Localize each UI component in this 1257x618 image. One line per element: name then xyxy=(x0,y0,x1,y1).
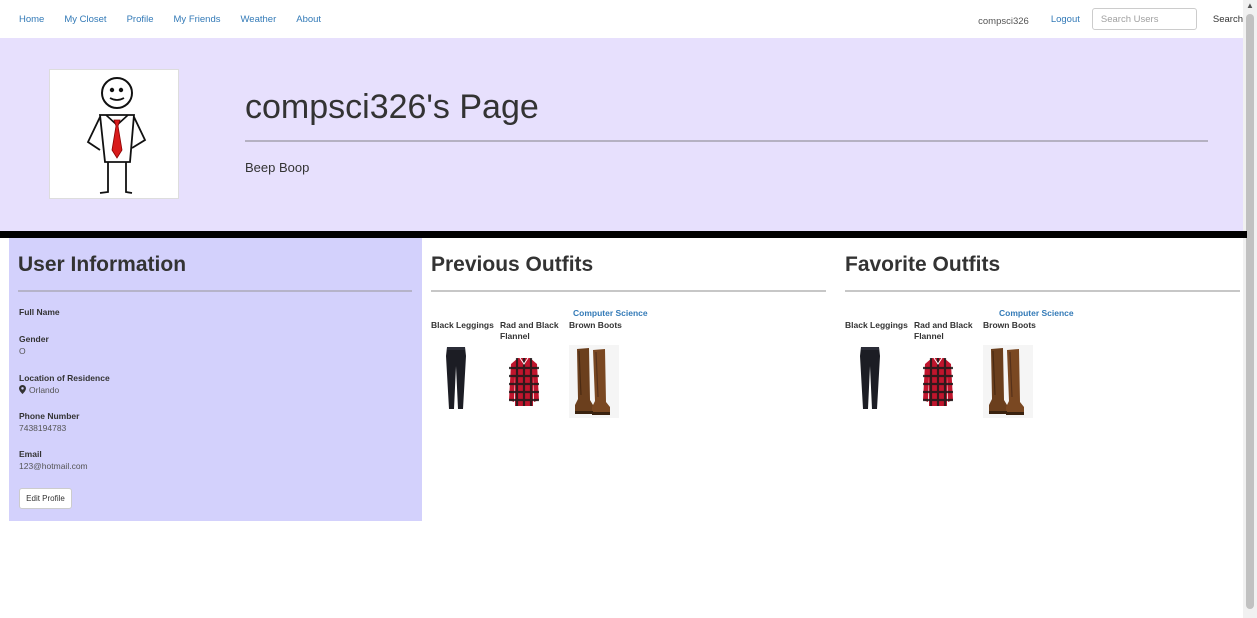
brown-boots-image[interactable] xyxy=(569,345,619,418)
favorite-outfits-divider xyxy=(845,290,1240,292)
page-scrollbar[interactable]: ▲ xyxy=(1243,0,1257,618)
gender-value: O xyxy=(19,346,26,356)
outfit-item[interactable]: Rad and Black Flannel xyxy=(500,320,566,342)
phone-number-label: Phone Number xyxy=(19,411,80,421)
avatar xyxy=(49,69,179,199)
profile-banner xyxy=(0,38,1243,231)
location-label: Location of Residence xyxy=(19,373,110,383)
outfit-item[interactable]: Brown Boots xyxy=(569,320,635,331)
favorite-outfit-link[interactable]: Computer Science xyxy=(999,308,1074,318)
scroll-thumb[interactable] xyxy=(1246,14,1254,609)
black-leggings-image[interactable] xyxy=(857,346,883,410)
previous-outfits-divider xyxy=(431,290,826,292)
black-leggings-image[interactable] xyxy=(443,346,469,410)
nav-profile-link[interactable]: Profile xyxy=(127,14,154,25)
item-name: Rad and Black Flannel xyxy=(914,320,973,341)
navbar: Home My Closet Profile My Friends Weathe… xyxy=(0,0,1243,38)
title-divider xyxy=(245,140,1208,142)
flannel-shirt-image[interactable] xyxy=(922,356,954,408)
edit-profile-button[interactable]: Edit Profile xyxy=(19,488,72,509)
flannel-shirt-image[interactable] xyxy=(508,356,540,408)
email-label: Email xyxy=(19,449,42,459)
favorite-outfits-title: Favorite Outfits xyxy=(845,253,1001,276)
nav-right: compsci326 Logout Search xyxy=(978,0,1243,38)
user-information-title: User Information xyxy=(18,253,187,276)
logout-link[interactable]: Logout xyxy=(1051,14,1080,25)
location-value-row: Orlando xyxy=(19,385,59,395)
search-button[interactable]: Search xyxy=(1213,14,1243,25)
scroll-up-icon[interactable]: ▲ xyxy=(1246,2,1254,10)
user-information-divider xyxy=(18,290,412,292)
outfit-item[interactable]: Rad and Black Flannel xyxy=(914,320,980,342)
email-value: 123@hotmail.com xyxy=(19,461,88,471)
item-name: Black Leggings xyxy=(845,320,908,330)
search-users-input[interactable] xyxy=(1091,8,1197,30)
user-information-panel: User Information Full Name Gender O Loca… xyxy=(9,238,422,521)
nav-weather-link[interactable]: Weather xyxy=(241,14,277,25)
banner-divider xyxy=(0,231,1247,238)
nav-about-link[interactable]: About xyxy=(296,14,321,25)
nav-links: Home My Closet Profile My Friends Weathe… xyxy=(19,0,341,38)
stick-figure-avatar-icon xyxy=(86,77,147,194)
location-value: Orlando xyxy=(29,385,60,395)
map-marker-icon xyxy=(19,385,26,394)
item-name: Brown Boots xyxy=(983,320,1036,330)
gender-label: Gender xyxy=(19,334,49,344)
item-name: Rad and Black Flannel xyxy=(500,320,559,341)
nav-username: compsci326 xyxy=(978,15,1029,27)
phone-number-value: 7438194783 xyxy=(19,423,67,433)
page-title: compsci326's Page xyxy=(245,88,539,126)
page-subtitle: Beep Boop xyxy=(245,160,310,175)
previous-outfits-title: Previous Outfits xyxy=(431,253,594,276)
brown-boots-image[interactable] xyxy=(983,345,1033,418)
previous-outfit-link[interactable]: Computer Science xyxy=(573,308,648,318)
outfit-item[interactable]: Black Leggings xyxy=(845,320,911,331)
page: Home My Closet Profile My Friends Weathe… xyxy=(0,0,1257,618)
item-name: Brown Boots xyxy=(569,320,622,330)
outfit-item[interactable]: Black Leggings xyxy=(431,320,497,331)
nav-my-closet-link[interactable]: My Closet xyxy=(64,14,106,25)
nav-my-friends-link[interactable]: My Friends xyxy=(174,14,221,25)
nav-home-link[interactable]: Home xyxy=(19,14,44,25)
full-name-label: Full Name xyxy=(19,307,60,317)
outfit-item[interactable]: Brown Boots xyxy=(983,320,1049,331)
item-name: Black Leggings xyxy=(431,320,494,330)
